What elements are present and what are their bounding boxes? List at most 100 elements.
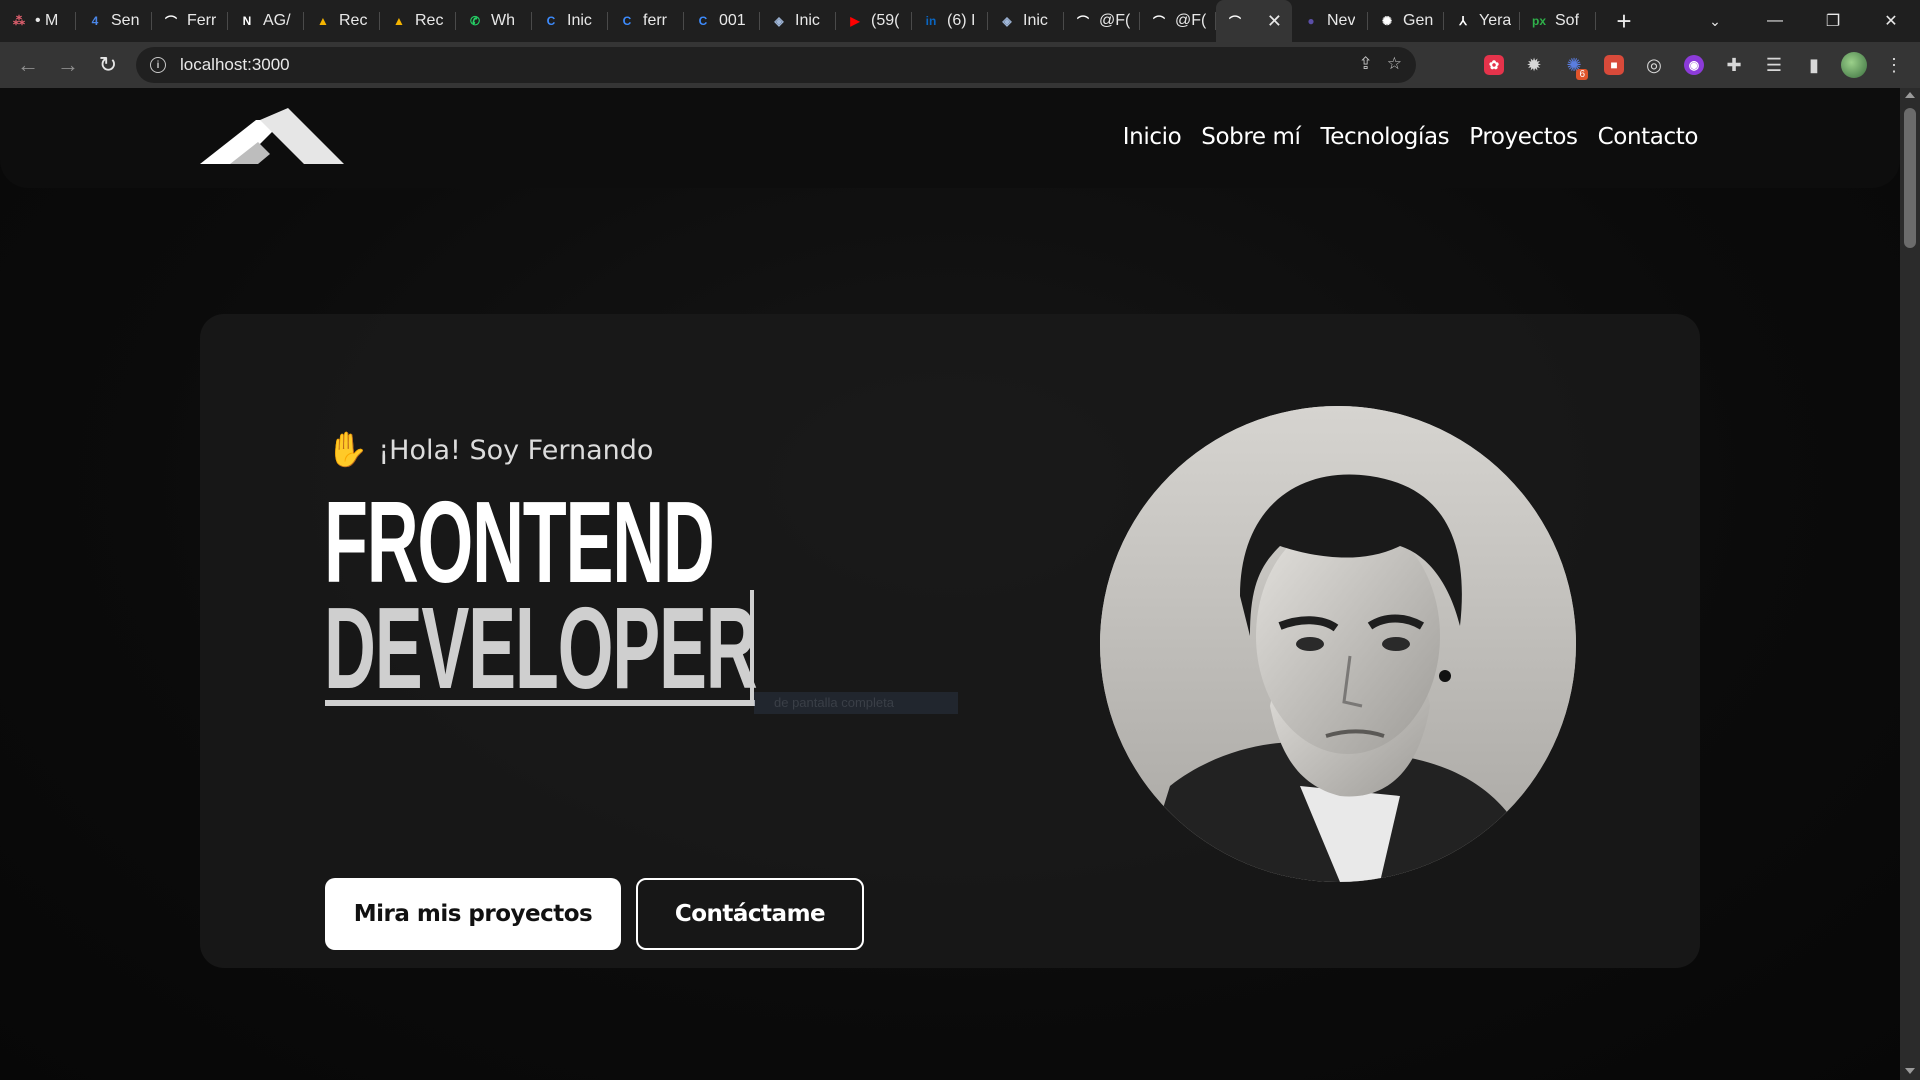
whatsapp-icon: ✆	[469, 14, 481, 28]
site-nav: Inicio Sobre mí Tecnologías Proyectos Co…	[1123, 124, 1699, 150]
browser-tab[interactable]: Cferr	[608, 0, 684, 42]
browser-tab[interactable]: px Sof	[1520, 0, 1596, 42]
browser-tab[interactable]: 4 Sen	[76, 0, 152, 42]
linkedin-icon: in	[925, 14, 937, 28]
scroll-up-icon[interactable]	[1905, 92, 1915, 98]
target-extension-icon[interactable]: ◎	[1634, 46, 1674, 84]
openai-icon: ✺	[1381, 14, 1393, 28]
extension-badge: 6	[1576, 69, 1588, 80]
site-logo-icon: ⌒	[1228, 14, 1241, 29]
browser-tab[interactable]: ⅄ Yera	[1444, 0, 1520, 42]
drop-icon: ◈	[1002, 14, 1012, 28]
page-scrollbar[interactable]	[1900, 88, 1920, 1080]
purple-extension-icon[interactable]: ◉	[1674, 46, 1714, 84]
new-tab-icon[interactable]: +	[1606, 3, 1642, 39]
kebab-menu-icon[interactable]: ⋮	[1874, 46, 1914, 84]
nav-link-proyectos[interactable]: Proyectos	[1469, 124, 1578, 150]
extension-box-icon[interactable]: ■	[1594, 46, 1634, 84]
tab-title: Sen	[111, 12, 140, 29]
nav-link-sobre-mi[interactable]: Sobre mí	[1201, 124, 1301, 150]
media-queue-icon[interactable]: ☰	[1754, 46, 1794, 84]
site-logo-icon: ⌒	[1152, 14, 1165, 29]
tab-title: Inic	[567, 12, 592, 29]
tab-strip: ⁂ • M 4 Sen ⌒ Ferr N AG/▲ Rec ▲ Rec ✆ Wh C Inic Cferr C 0…	[0, 0, 1920, 42]
browser-tab[interactable]: ◈ Inic	[760, 0, 836, 42]
tab-title: 001	[719, 12, 746, 29]
site-logo-icon[interactable]	[200, 108, 344, 164]
extension-red-icon[interactable]: ✿	[1474, 46, 1514, 84]
site-logo-icon: ⌒	[164, 14, 177, 29]
profile-avatar-icon[interactable]	[1834, 46, 1874, 84]
minimize-icon[interactable]: —	[1746, 0, 1804, 42]
browser-tab[interactable]: in (6) I	[912, 0, 988, 42]
canva-icon: C	[698, 14, 708, 28]
tab-title: @F(	[1099, 12, 1131, 29]
title-underline	[325, 700, 755, 706]
browser-tab[interactable]: ✺ Gen	[1368, 0, 1444, 42]
tab-title: Inic	[1023, 12, 1048, 29]
browser-tab[interactable]: ✆ Wh	[456, 0, 532, 42]
nav-link-inicio[interactable]: Inicio	[1123, 124, 1182, 150]
contact-button[interactable]: Contáctame	[636, 878, 864, 950]
tab-title: Nev	[1327, 12, 1356, 29]
tab-title: (6) I	[947, 12, 976, 29]
nav-link-contacto[interactable]: Contacto	[1598, 124, 1699, 150]
browser-tab[interactable]: ▲ Rec	[304, 0, 380, 42]
canva-icon: C	[622, 14, 632, 28]
browser-tab[interactable]: ▶ (59(	[836, 0, 912, 42]
browser-tab[interactable]: ⌒ ✕	[1216, 0, 1292, 42]
calendar-icon: 4	[91, 14, 99, 28]
browser-tab[interactable]: ◈ Inic	[988, 0, 1064, 42]
drop-icon: ◈	[774, 14, 784, 28]
tab-title: ferr	[643, 12, 667, 29]
youtube-icon: ▶	[850, 14, 860, 28]
address-bar-url: localhost:3000	[180, 55, 290, 74]
forward-icon[interactable]: →	[48, 45, 88, 85]
view-projects-button[interactable]: Mira mis proyectos	[325, 878, 621, 950]
scrollbar-thumb[interactable]	[1904, 108, 1916, 248]
greeting-text: ¡Hola! Soy Fernando	[378, 434, 654, 466]
browser-tab[interactable]: ▲ Rec	[380, 0, 456, 42]
extensions-bar: ✿ ✹ ✺ 6 ■ ◎ ◉ ✚ ☰ ▮ ⋮	[1474, 46, 1914, 84]
browser-toolbar: ← → ↻ i localhost:3000 ⇪ ☆ ✿ ✹ ✺ 6 ■ ◎ ◉ …	[0, 42, 1920, 88]
drive-icon: ▲	[317, 14, 329, 28]
tab-title: Sof	[1555, 12, 1580, 29]
gear-extension-icon[interactable]: ✹	[1514, 46, 1554, 84]
tab-title: (59(	[871, 12, 900, 29]
browser-tab[interactable]: N AG/	[228, 0, 304, 42]
extension-badged-icon[interactable]: ✺ 6	[1554, 46, 1594, 84]
restore-icon[interactable]: ❐	[1804, 0, 1862, 42]
reload-icon[interactable]: ↻	[88, 45, 128, 85]
circle-icon: ●	[1307, 14, 1315, 28]
puzzle-icon[interactable]: ✚	[1714, 46, 1754, 84]
browser-tab[interactable]: ⁂ • M	[0, 0, 76, 42]
drive-icon: ▲	[393, 14, 405, 28]
tab-search-icon[interactable]: ⌄	[1702, 8, 1728, 34]
share-icon[interactable]: ⇪	[1359, 54, 1373, 74]
browser-tab[interactable]: C 001	[684, 0, 760, 42]
browser-tab[interactable]: ⌒ Ferr	[152, 0, 228, 42]
browser-tab[interactable]: ⌒ @F(	[1064, 0, 1140, 42]
tab-title: Rec	[339, 12, 368, 29]
waving-hand-icon: ✋	[326, 430, 369, 470]
side-panel-icon[interactable]: ▮	[1794, 46, 1834, 84]
address-bar[interactable]: i localhost:3000 ⇪ ☆	[136, 47, 1416, 83]
back-icon[interactable]: ←	[8, 45, 48, 85]
tab-title: Gen	[1403, 12, 1434, 29]
tab-title: AG/	[263, 12, 291, 29]
browser-tab[interactable]: ⌒ @F(	[1140, 0, 1216, 42]
tab-title: @F(	[1175, 12, 1207, 29]
browser-tab[interactable]: C Inic	[532, 0, 608, 42]
close-window-icon[interactable]: ✕	[1862, 0, 1920, 42]
nav-link-tecnologias[interactable]: Tecnologías	[1321, 124, 1450, 150]
tab-title: Ferr	[187, 12, 217, 29]
tab-title: Inic	[795, 12, 820, 29]
close-tab-icon[interactable]: ✕	[1267, 11, 1282, 32]
scroll-down-icon[interactable]	[1905, 1068, 1915, 1074]
tab-title: Rec	[415, 12, 444, 29]
site-header: Inicio Sobre mí Tecnologías Proyectos Co…	[0, 88, 1900, 188]
browser-tab[interactable]: ● Nev	[1292, 0, 1368, 42]
site-info-icon[interactable]: i	[150, 57, 166, 73]
bookmark-star-icon[interactable]: ☆	[1387, 54, 1402, 74]
site-logo-icon: ⌒	[1076, 14, 1089, 29]
